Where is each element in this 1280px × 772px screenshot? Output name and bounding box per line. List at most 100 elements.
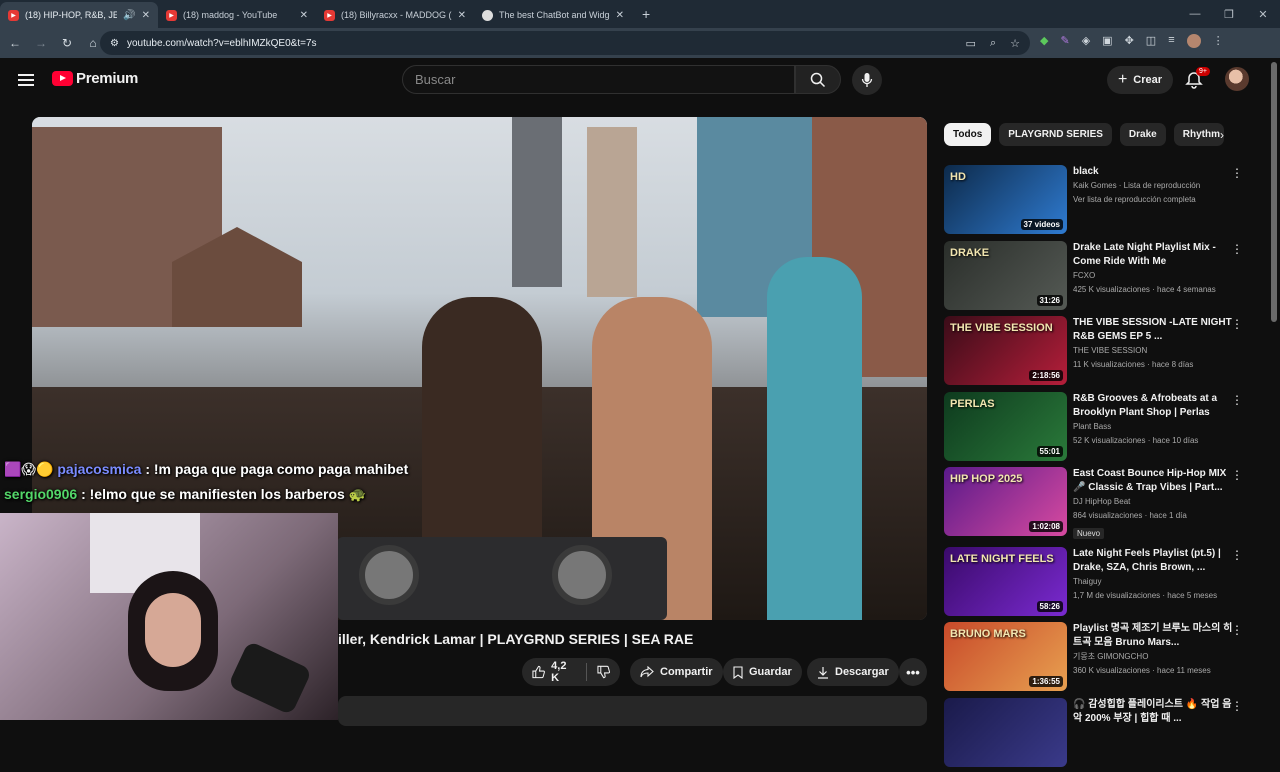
channel-name[interactable]: THE VIBE SESSION [1073, 344, 1233, 358]
close-window-icon[interactable]: ✕ [1246, 0, 1280, 28]
profile-avatar[interactable] [1186, 34, 1201, 48]
zoom-icon[interactable]: ⌕ [990, 37, 996, 50]
share-label: Compartir [660, 666, 713, 678]
forward-icon[interactable]: → [28, 36, 54, 50]
channel-name[interactable]: Plant Bass [1073, 420, 1233, 434]
chevron-right-icon[interactable]: › [1212, 124, 1232, 146]
close-tab-icon[interactable]: ✕ [142, 10, 150, 21]
more-horizontal-icon: ••• [906, 664, 920, 680]
more-vertical-icon[interactable]: ⋮ [1231, 624, 1243, 636]
audio-icon[interactable]: 🔊 [123, 10, 135, 21]
more-actions-button[interactable]: ••• [899, 658, 927, 686]
extension-icon[interactable]: ◈ [1082, 34, 1090, 48]
close-tab-icon[interactable]: ✕ [616, 10, 624, 21]
reload-icon[interactable]: ↻ [54, 36, 80, 50]
back-icon[interactable]: ← [2, 36, 28, 50]
chip-playgrnd-series[interactable]: PLAYGRND SERIES [999, 123, 1112, 146]
reading-list-icon[interactable]: ≡ [1168, 34, 1174, 48]
recommended-video[interactable]: 🎧 감성힙합 플레이리스트 🔥 작업 음악 200% 부장 | 힙합 때 ...… [944, 698, 1254, 772]
maximize-icon[interactable]: ❐ [1212, 0, 1246, 28]
video-thumbnail[interactable]: LATE NIGHT FEELS 58:26 [944, 547, 1067, 616]
video-thumbnail[interactable]: PERLAS 55:01 [944, 392, 1067, 461]
like-button[interactable]: 4,2 K [532, 660, 576, 684]
video-title[interactable]: Drake Late Night Playlist Mix - Come Rid… [1073, 241, 1233, 269]
chip-drake[interactable]: Drake [1119, 123, 1166, 146]
video-title[interactable]: Late Night Feels Playlist (pt.5) | Drake… [1073, 547, 1233, 575]
recommended-video[interactable]: HD 37 videos black Kaik Gomes · Lista de re… [944, 165, 1254, 239]
hamburger-menu-icon[interactable] [18, 71, 34, 89]
more-vertical-icon[interactable]: ⋮ [1231, 469, 1243, 481]
video-thumbnail[interactable] [944, 698, 1067, 767]
thumbs-down-icon[interactable] [597, 665, 610, 679]
recommended-video[interactable]: PERLAS 55:01 R&B Grooves & Afrobeats at a … [944, 392, 1254, 466]
create-button[interactable]: + Crear [1107, 66, 1173, 94]
video-title[interactable]: Playlist 명곡 제조기 브루노 마스의 히트곡 모음 Bruno Mar… [1073, 622, 1233, 650]
more-vertical-icon[interactable]: ⋮ [1231, 318, 1243, 330]
channel-name[interactable]: Kaik Gomes · Lista de reproducción [1073, 179, 1233, 193]
video-meta: R&B Grooves & Afrobeats at a Brooklyn Pl… [1073, 392, 1233, 448]
extension-icon[interactable]: ✎ [1060, 34, 1069, 48]
video-scene-dj-controller [337, 537, 667, 620]
address-bar[interactable]: ⚙ youtube.com/watch?v=eblhIMZkQE0&t=7s ▭… [100, 31, 1030, 55]
video-duration: 37 videos [1020, 219, 1063, 230]
save-button[interactable]: Guardar [723, 658, 802, 686]
extension-icon[interactable]: ▣ [1102, 34, 1112, 48]
browser-tab-3[interactable]: ▶ (18) Billyracxx - MADDOG (Offi ✕ [316, 2, 474, 28]
video-thumbnail[interactable]: DRAKE 31:26 [944, 241, 1067, 310]
search-input[interactable]: Buscar [402, 65, 795, 94]
recommended-video[interactable]: HIP HOP 2025 1:02:08 East Coast Bounce Hip… [944, 467, 1254, 541]
browser-tab-1[interactable]: ▶ (18) HIP-HOP, R&B, JERSEY 🔊 ✕ [0, 2, 158, 28]
video-title[interactable]: black [1073, 165, 1233, 179]
thumbnail-label: DRAKE [950, 247, 990, 259]
search-button[interactable] [795, 65, 841, 94]
webcam-streamer-face [145, 593, 201, 667]
channel-name[interactable]: FCXO [1073, 269, 1233, 283]
browser-menu-icon[interactable]: ⋮ [1213, 34, 1224, 48]
more-vertical-icon[interactable]: ⋮ [1231, 394, 1243, 406]
channel-name[interactable]: Thaiguy [1073, 575, 1233, 589]
chip-all[interactable]: Todos [944, 123, 992, 146]
voice-search-button[interactable] [852, 65, 882, 95]
more-vertical-icon[interactable]: ⋮ [1231, 167, 1243, 179]
recommended-video[interactable]: LATE NIGHT FEELS 58:26 Late Night Feels Pl… [944, 547, 1254, 621]
channel-name[interactable]: 기몽초 GIMONGCHO [1073, 650, 1233, 664]
new-tab-icon[interactable]: + [642, 6, 650, 22]
chat-message: sergio0906 : !elmo que se manifiesten lo… [4, 486, 366, 503]
bookmark-star-icon[interactable]: ☆ [1010, 37, 1020, 50]
download-button[interactable]: Descargar [807, 658, 899, 686]
video-thumbnail[interactable]: THE VIBE SESSION 2:18:56 [944, 316, 1067, 385]
page-scrollbar[interactable] [1271, 62, 1277, 322]
cast-icon[interactable]: ▭ [966, 37, 976, 50]
video-thumbnail[interactable]: BRUNO MARS 1:36:55 [944, 622, 1067, 691]
site-info-icon[interactable]: ⚙ [110, 38, 119, 49]
more-vertical-icon[interactable]: ⋮ [1231, 700, 1243, 712]
close-tab-icon[interactable]: ✕ [458, 10, 466, 21]
youtube-favicon-icon: ▶ [324, 9, 335, 21]
youtube-logo[interactable]: Premium [52, 70, 138, 87]
filter-chips: Todos PLAYGRND SERIES Drake Rhythm [944, 123, 1224, 146]
extensions-puzzle-icon[interactable]: ✥ [1125, 34, 1134, 48]
close-tab-icon[interactable]: ✕ [300, 10, 308, 21]
recommended-video[interactable]: BRUNO MARS 1:36:55 Playlist 명곡 제조기 브루노 마스의… [944, 622, 1254, 696]
share-button[interactable]: Compartir [630, 658, 723, 686]
more-vertical-icon[interactable]: ⋮ [1231, 549, 1243, 561]
recommended-video[interactable]: DRAKE 31:26 Drake Late Night Playlist Mix … [944, 241, 1254, 315]
more-vertical-icon[interactable]: ⋮ [1231, 243, 1243, 255]
chat-username: sergio0906 [4, 486, 78, 502]
side-panel-icon[interactable]: ◫ [1146, 34, 1156, 48]
minimize-icon[interactable]: — [1178, 0, 1212, 28]
user-avatar[interactable] [1225, 67, 1249, 91]
channel-name[interactable]: DJ HipHop Beat [1073, 495, 1233, 509]
extension-icon[interactable]: ◆ [1040, 34, 1048, 48]
recommended-video[interactable]: THE VIBE SESSION 2:18:56 THE VIBE SESSION … [944, 316, 1254, 390]
video-thumbnail[interactable]: HIP HOP 2025 1:02:08 [944, 467, 1067, 536]
video-title[interactable]: 🎧 감성힙합 플레이리스트 🔥 작업 음악 200% 부장 | 힙합 때 ... [1073, 698, 1233, 726]
browser-tab-2[interactable]: ▶ (18) maddog - YouTube ✕ [158, 2, 316, 28]
video-title[interactable]: THE VIBE SESSION -LATE NIGHT R&B GEMS EP… [1073, 316, 1233, 344]
video-meta: Late Night Feels Playlist (pt.5) | Drake… [1073, 547, 1233, 603]
video-title[interactable]: East Coast Bounce Hip-Hop MIX 🎤 Classic … [1073, 467, 1233, 495]
video-thumbnail[interactable]: HD 37 videos [944, 165, 1067, 234]
browser-tab-4[interactable]: The best ChatBot and Widgets ✕ [474, 2, 632, 28]
description-box[interactable] [338, 696, 927, 726]
video-title[interactable]: R&B Grooves & Afrobeats at a Brooklyn Pl… [1073, 392, 1233, 420]
